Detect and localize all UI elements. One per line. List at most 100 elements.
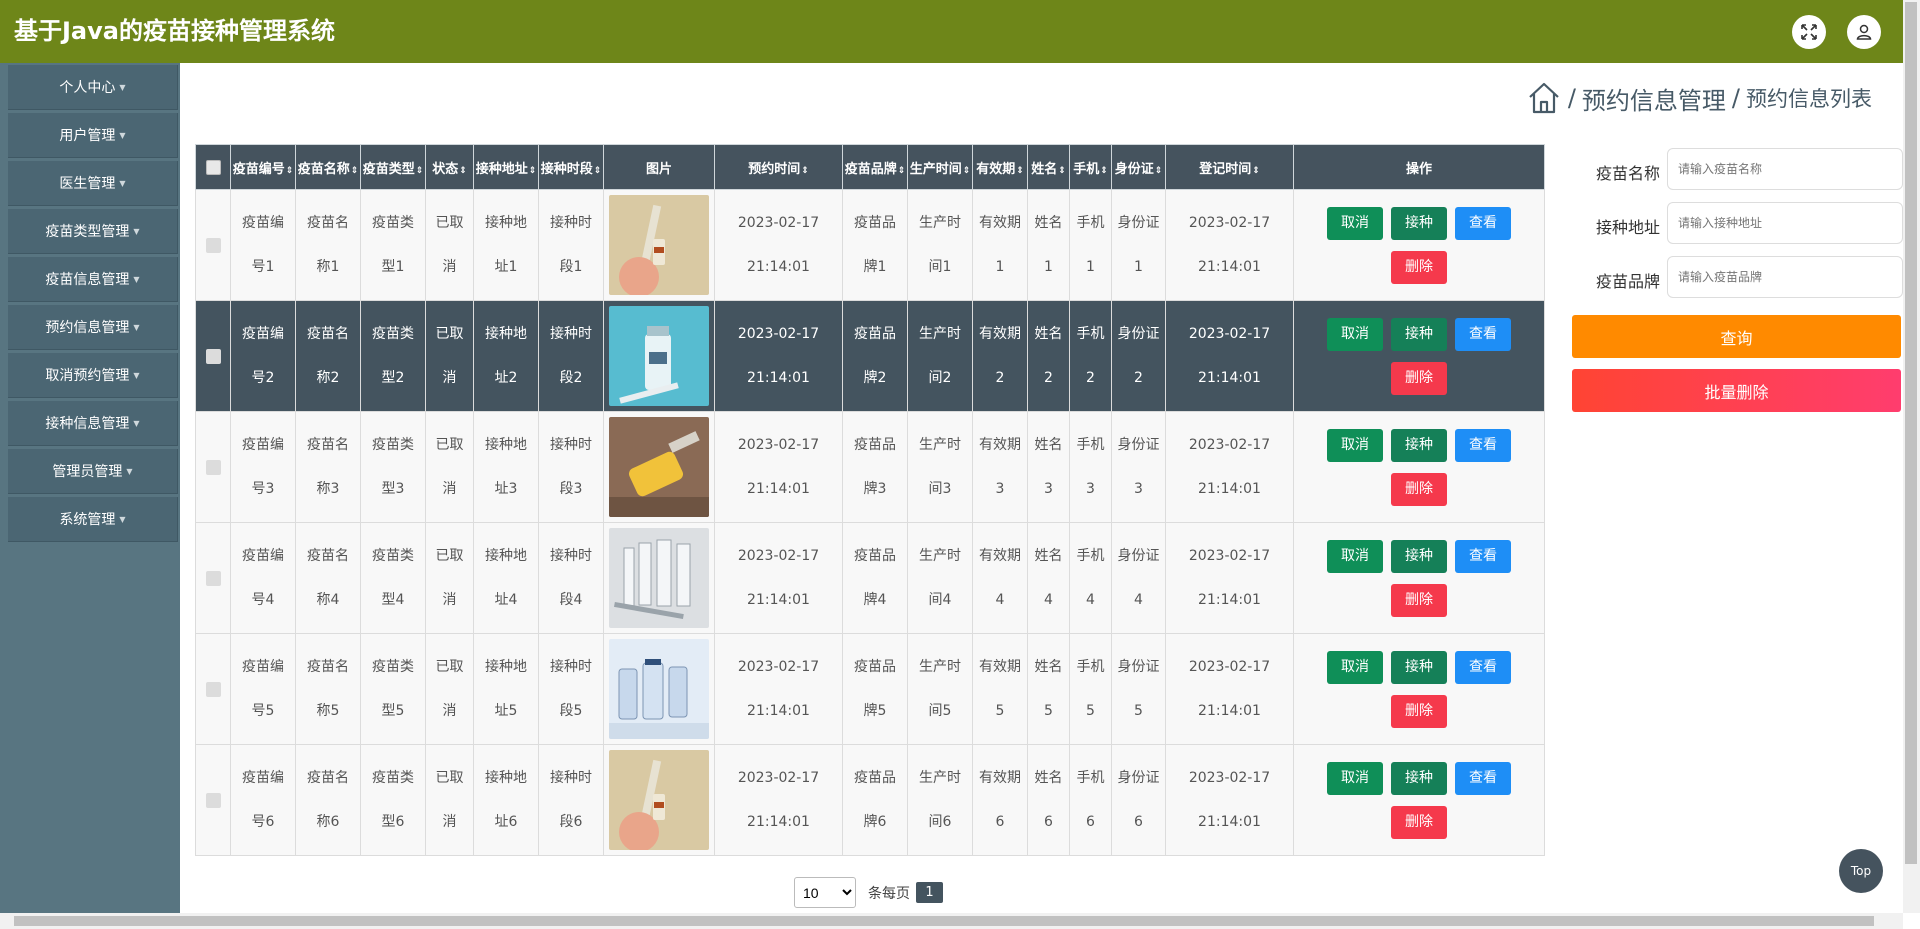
- view-button[interactable]: 查看: [1455, 206, 1511, 240]
- cancel-button[interactable]: 取消: [1327, 206, 1383, 240]
- home-icon[interactable]: [1526, 80, 1562, 116]
- row-checkbox[interactable]: [205, 681, 221, 697]
- delete-button[interactable]: 删除: [1391, 805, 1447, 839]
- vertical-scrollbar-thumb[interactable]: [1905, 2, 1917, 864]
- column-header[interactable]: 接种时段⇕: [538, 144, 604, 190]
- table-row[interactable]: 疫苗编 号2 疫苗名 称2 疫苗类 型2 已取消接种地 址2 接种时 段2 2023-02-17 21…: [195, 300, 1545, 412]
- sidebar-item-system-management[interactable]: 系统管理 ▼: [8, 497, 178, 542]
- sidebar-item-admin-management[interactable]: 管理员管理 ▼: [8, 449, 178, 494]
- sidebar-item-appointment-management[interactable]: 预约信息管理 ▼: [8, 305, 178, 350]
- cell-line: 牌3: [863, 481, 887, 497]
- row-checkbox[interactable]: [205, 792, 221, 808]
- table-cell: 2023-02-17 21:14:01: [1165, 411, 1294, 523]
- vaccinate-button[interactable]: 接种: [1391, 650, 1447, 684]
- user-menu-button[interactable]: [1847, 15, 1881, 49]
- cell-line: 2: [1134, 370, 1143, 386]
- cell-line: 2023-02-17: [1188, 770, 1271, 786]
- sidebar-item-doctor-management[interactable]: 医生管理 ▼: [8, 161, 178, 206]
- column-header[interactable]: 预约时间⇕: [714, 144, 843, 190]
- sidebar-item-personal-center[interactable]: 个人中心 ▼: [8, 65, 178, 110]
- cell-line: 姓名: [1034, 659, 1063, 675]
- row-checkbox[interactable]: [205, 348, 221, 364]
- table-row[interactable]: 疫苗编 号3 疫苗名 称3 疫苗类 型3 已取消接种地 址3 接种时 段3 2023-02-17 21…: [195, 411, 1545, 523]
- cancel-button[interactable]: 取消: [1327, 650, 1383, 684]
- vaccination-address-input[interactable]: [1667, 202, 1903, 244]
- column-header[interactable]: 疫苗编号⇕: [230, 144, 296, 190]
- delete-button[interactable]: 删除: [1391, 694, 1447, 728]
- cancel-button[interactable]: 取消: [1327, 761, 1383, 795]
- vertical-scrollbar[interactable]: [1903, 0, 1920, 913]
- view-button[interactable]: 查看: [1455, 761, 1511, 795]
- sidebar-item-vaccination-management[interactable]: 接种信息管理 ▼: [8, 401, 178, 446]
- column-header[interactable]: 状态⇕: [425, 144, 474, 190]
- vaccine-brand-input[interactable]: [1667, 256, 1903, 298]
- query-button[interactable]: 查询: [1572, 315, 1901, 358]
- delete-button[interactable]: 删除: [1391, 583, 1447, 617]
- page-size-select[interactable]: 10: [794, 877, 856, 908]
- row-checkbox[interactable]: [205, 570, 221, 586]
- vaccinate-button[interactable]: 接种: [1391, 206, 1447, 240]
- column-header[interactable]: 接种地址⇕: [473, 144, 539, 190]
- column-header[interactable]: 疫苗名称⇕: [295, 144, 361, 190]
- vaccinate-button[interactable]: 接种: [1391, 317, 1447, 351]
- vaccination-address-label: 接种地址: [1595, 218, 1660, 237]
- delete-button[interactable]: 删除: [1391, 361, 1447, 395]
- sidebar-item-cancel-appointment-management[interactable]: 取消预约管理 ▼: [8, 353, 178, 398]
- fullscreen-button[interactable]: [1792, 15, 1826, 49]
- column-header[interactable]: 疫苗类型⇕: [360, 144, 426, 190]
- table-cell: 2023-02-17 21:14:01: [714, 300, 843, 412]
- batch-delete-button[interactable]: 批量删除: [1572, 369, 1901, 412]
- cell-line: 接种时: [550, 215, 592, 231]
- cell-line: 牌4: [863, 592, 887, 608]
- table-cell: 接种地 址1: [473, 189, 539, 301]
- table-row[interactable]: 疫苗编 号5 疫苗名 称5 疫苗类 型5 已取消接种地 址5 接种时 段5 2023-02-17 21…: [195, 633, 1545, 745]
- view-button[interactable]: 查看: [1455, 428, 1511, 462]
- view-button[interactable]: 查看: [1455, 650, 1511, 684]
- column-header[interactable]: 登记时间⇕: [1165, 144, 1294, 190]
- sidebar-item-user-management[interactable]: 用户管理 ▼: [8, 113, 178, 158]
- view-button[interactable]: 查看: [1455, 539, 1511, 573]
- row-checkbox[interactable]: [205, 237, 221, 253]
- cell-line: 疫苗类: [372, 548, 414, 564]
- image-cell: [603, 189, 715, 301]
- column-header[interactable]: 疫苗品牌⇕: [842, 144, 908, 190]
- cell-line: 5: [1134, 703, 1143, 719]
- cell-line: 型5: [381, 703, 405, 719]
- vaccine-name-input[interactable]: [1667, 148, 1903, 190]
- vaccinate-button[interactable]: 接种: [1391, 539, 1447, 573]
- breadcrumb-section[interactable]: 预约信息管理: [1582, 81, 1726, 116]
- column-header[interactable]: 生产时间⇕: [907, 144, 973, 190]
- cell-line: 接种地: [485, 548, 527, 564]
- column-header[interactable]: 手机⇕: [1069, 144, 1112, 190]
- table-row[interactable]: 疫苗编 号4 疫苗名 称4 疫苗类 型4 已取消接种地 址4 接种时 段4 2023-02-17 21…: [195, 522, 1545, 634]
- cancel-button[interactable]: 取消: [1327, 317, 1383, 351]
- back-to-top-button[interactable]: Top: [1839, 849, 1883, 893]
- vaccinate-button[interactable]: 接种: [1391, 428, 1447, 462]
- vaccinate-button[interactable]: 接种: [1391, 761, 1447, 795]
- breadcrumb-separator: /: [1567, 84, 1576, 112]
- sidebar-item-vaccine-info-management[interactable]: 疫苗信息管理 ▼: [8, 257, 178, 302]
- sidebar-item-vaccine-type-management[interactable]: 疫苗类型管理 ▼: [8, 209, 178, 254]
- delete-button[interactable]: 删除: [1391, 472, 1447, 506]
- table-row[interactable]: 疫苗编 号1 疫苗名 称1 疫苗类 型1 已取消接种地 址1 接种时 段1 2023-02-17 21…: [195, 189, 1545, 301]
- select-all-checkbox[interactable]: [205, 159, 221, 175]
- cancel-button[interactable]: 取消: [1327, 428, 1383, 462]
- column-header[interactable]: 有效期⇕: [972, 144, 1028, 190]
- table-cell: 接种地 址5: [473, 633, 539, 745]
- horizontal-scrollbar[interactable]: [0, 913, 1903, 929]
- column-header[interactable]: 姓名⇕: [1027, 144, 1070, 190]
- horizontal-scrollbar-thumb[interactable]: [14, 916, 1874, 926]
- cell-line: 称1: [316, 259, 340, 275]
- row-checkbox[interactable]: [205, 459, 221, 475]
- cell-line: 生产时: [919, 215, 961, 231]
- table-cell: 已取消: [425, 189, 474, 301]
- column-header[interactable]: 身份证⇕: [1111, 144, 1166, 190]
- cell-line: 接种地: [485, 770, 527, 786]
- delete-button[interactable]: 删除: [1391, 250, 1447, 284]
- view-button[interactable]: 查看: [1455, 317, 1511, 351]
- caret-down-icon: ▼: [133, 226, 140, 236]
- table-row[interactable]: 疫苗编 号6 疫苗名 称6 疫苗类 型6 已取消接种地 址6 接种时 段6 2023-02-17 21…: [195, 744, 1545, 856]
- sort-icon: ⇕: [1154, 165, 1163, 176]
- page-number-current[interactable]: 1: [916, 882, 943, 903]
- cancel-button[interactable]: 取消: [1327, 539, 1383, 573]
